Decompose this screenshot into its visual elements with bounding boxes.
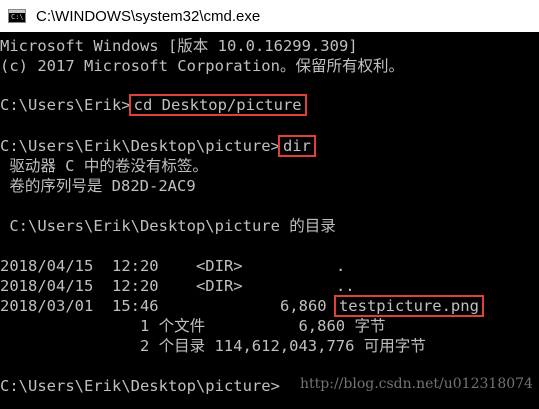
window-title: C:\WINDOWS\system32\cmd.exe [36,7,261,25]
highlighted-filename: testpicture.png [333,295,484,317]
console-output[interactable]: Microsoft Windows [版本 10.0.16299.309] (c… [0,32,539,409]
highlighted-command: dir [277,135,316,157]
dir-entry: 2018/04/15 12:20 <DIR> .. [0,277,355,295]
banner-line-2: (c) 2017 Microsoft Corporation。保留所有权利。 [0,57,404,75]
dir-entry: 2018/03/01 15:46 6,860 testpicture.png [0,295,484,317]
final-prompt: C:\Users\Erik\Desktop\picture> [0,377,280,395]
volume-label-line: 驱动器 C 中的卷没有标签。 [0,157,208,175]
prompt: C:\Users\Erik\Desktop\picture> [0,137,280,155]
cmd-icon [8,9,26,23]
command-line-cd: C:\Users\Erik> cd Desktop/picture [0,94,307,116]
command-line-dir: C:\Users\Erik\Desktop\picture> dir [0,135,316,157]
title-bar: C:\WINDOWS\system32\cmd.exe [0,0,539,32]
entry-prefix: 2018/03/01 15:46 6,860 [0,297,336,315]
banner-line-1: Microsoft Windows [版本 10.0.16299.309] [0,37,358,55]
watermark: http://blog.csdn.net/u012318074 [300,376,533,392]
dir-entry: 2018/04/15 12:20 <DIR> . [0,257,346,275]
volume-serial-line: 卷的序列号是 D82D-2AC9 [0,177,196,195]
prompt: C:\Users\Erik> [0,96,131,114]
file-count-summary: 1 个文件 6,860 字节 [0,317,386,335]
directory-header: C:\Users\Erik\Desktop\picture 的目录 [0,217,336,235]
highlighted-command: cd Desktop/picture [128,94,307,116]
dir-count-summary: 2 个目录 114,612,043,776 可用字节 [0,337,426,355]
